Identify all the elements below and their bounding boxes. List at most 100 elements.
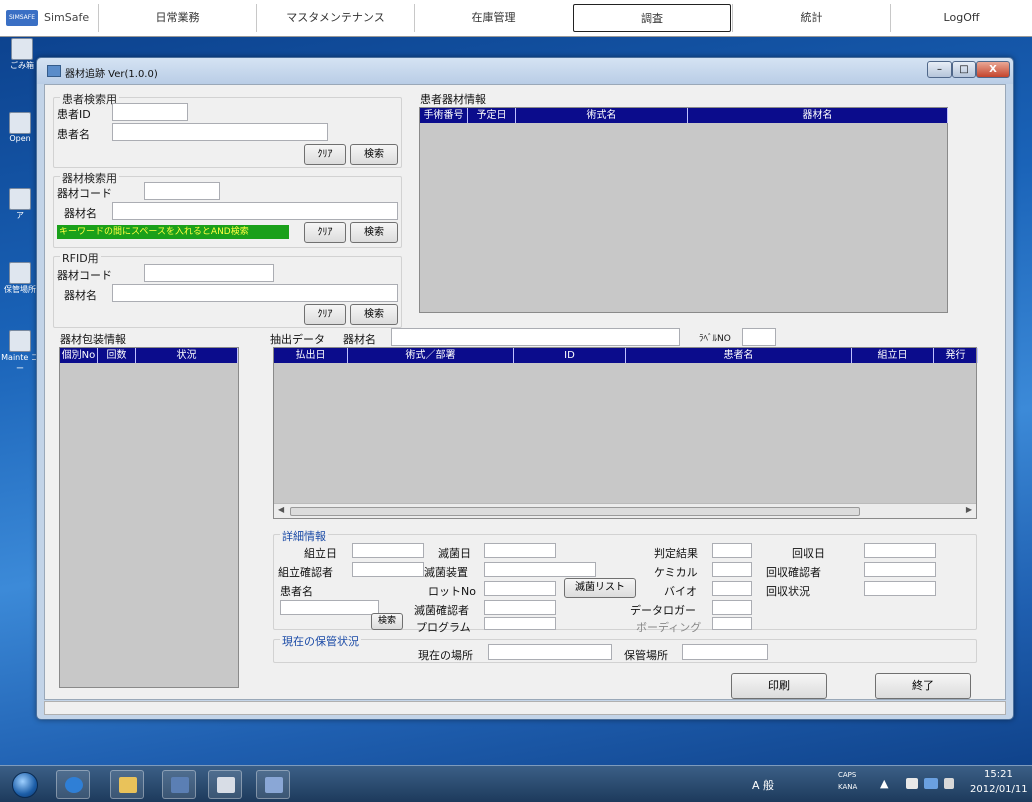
chemical-field[interactable] <box>712 562 752 577</box>
menu-logoff[interactable]: LogOff <box>890 4 1032 32</box>
judgement-field[interactable] <box>712 543 752 558</box>
recycle-bin-icon <box>11 38 33 60</box>
col-assembly-date[interactable]: 組立日 <box>852 348 934 363</box>
clock-date[interactable]: 2012/01/11 <box>970 784 1028 795</box>
collect-date-field[interactable] <box>864 543 936 558</box>
patient-clear-button[interactable]: ｸﾘｱ <box>304 144 346 165</box>
col-status[interactable]: 状況 <box>136 348 238 363</box>
scroll-right-icon[interactable]: ▶ <box>966 505 972 514</box>
equipment-tracking-window: 器材追跡 Ver(1.0.0) – □ X 患者検索用 患者ID 患者名 ｸﾘｱ… <box>36 57 1014 720</box>
col-surgery-no[interactable]: 手術番号 <box>420 108 468 123</box>
patient-search-button[interactable]: 検索 <box>350 144 398 165</box>
minimize-button[interactable]: – <box>927 61 952 78</box>
extract-name-input[interactable] <box>391 328 680 346</box>
sterilizer-field[interactable] <box>484 562 596 577</box>
desktop-icon-open[interactable]: Open <box>0 112 40 143</box>
col-individual-no[interactable]: 個別No <box>60 348 98 363</box>
col-id[interactable]: ID <box>514 348 626 363</box>
col-procedure-name[interactable]: 術式名 <box>516 108 688 123</box>
clock-time[interactable]: 15:21 <box>984 769 1013 780</box>
desktop-icon-storage[interactable]: 保管場所 <box>0 262 40 295</box>
start-button-icon[interactable] <box>12 772 38 798</box>
patient-id-input[interactable] <box>112 103 188 121</box>
sterilize-date-label: 滅菌日 <box>438 547 471 560</box>
menu-master-maintenance[interactable]: マスタメンテナンス <box>256 4 414 32</box>
rfid-code-input[interactable] <box>144 264 274 282</box>
boarding-field[interactable] <box>712 617 752 630</box>
close-button[interactable]: X <box>976 61 1010 78</box>
rfid-clear-button[interactable]: ｸﾘｱ <box>304 304 346 325</box>
window-status-bar <box>44 701 1006 715</box>
simsafe-logo-icon: SIMSAFE <box>6 10 38 26</box>
chemical-label: ケミカル <box>654 566 698 579</box>
network-icon[interactable] <box>924 778 938 789</box>
equipment-name-input[interactable] <box>112 202 398 220</box>
sterile-checker-field[interactable] <box>484 600 556 615</box>
collect-status-field[interactable] <box>864 581 936 596</box>
col-equipment-name[interactable]: 器材名 <box>688 108 948 123</box>
taskbar-explorer[interactable] <box>110 770 144 799</box>
lot-no-field[interactable] <box>484 581 556 596</box>
storage-place-field[interactable] <box>682 644 768 660</box>
ime-indicator[interactable]: A 般 <box>752 777 774 793</box>
assembly-date-field[interactable] <box>352 543 424 558</box>
assembly-date-label: 組立日 <box>304 547 337 560</box>
sterile-list-button[interactable]: 滅菌リスト <box>564 578 636 598</box>
rfid-name-input[interactable] <box>112 284 398 302</box>
maximize-button[interactable]: □ <box>952 61 976 78</box>
document-icon <box>9 112 31 134</box>
bio-field[interactable] <box>712 581 752 596</box>
scroll-left-icon[interactable]: ◀ <box>278 505 284 514</box>
equipment-clear-button[interactable]: ｸﾘｱ <box>304 222 346 243</box>
equipment-code-input[interactable] <box>144 182 220 200</box>
window-titlebar[interactable]: 器材追跡 Ver(1.0.0) – □ X <box>37 58 1013 84</box>
col-scheduled-date[interactable]: 予定日 <box>468 108 516 123</box>
patient-search-title: 患者検索用 <box>60 91 119 107</box>
taskbar-ie[interactable] <box>56 770 90 799</box>
patient-name-input[interactable] <box>112 123 328 141</box>
patient-equipment-grid[interactable]: 手術番号 予定日 術式名 器材名 <box>419 107 948 313</box>
equipment-search-button[interactable]: 検索 <box>350 222 398 243</box>
col-dispatch-date[interactable]: 払出日 <box>274 348 348 363</box>
menu-daily-work[interactable]: 日常業務 <box>98 4 256 32</box>
package-info-header: 個別No 回数 状況 <box>60 348 238 363</box>
scroll-thumb[interactable] <box>290 507 860 516</box>
col-issue[interactable]: 発行 <box>934 348 978 363</box>
col-procedure-dept[interactable]: 術式／部署 <box>348 348 514 363</box>
program-field[interactable] <box>484 617 556 630</box>
taskbar-app-1[interactable] <box>162 770 196 799</box>
taskbar-simsafe[interactable] <box>256 770 290 799</box>
detail-info-group: 詳細情報 組立日 組立確認者 患者名 検索 滅菌日 滅菌装置 ロットNo 滅菌確… <box>273 528 977 634</box>
detail-search-button[interactable]: 検索 <box>371 613 403 630</box>
desktop-icon-a[interactable]: ア <box>0 188 40 221</box>
menu-inventory[interactable]: 在庫管理 <box>414 4 572 32</box>
col-count[interactable]: 回数 <box>98 348 136 363</box>
exit-button[interactable]: 終了 <box>875 673 971 699</box>
action-center-flag-icon[interactable] <box>906 778 918 789</box>
folder-icon <box>119 777 137 793</box>
datalogger-field[interactable] <box>712 600 752 615</box>
volume-icon[interactable] <box>944 778 954 789</box>
assembly-checker-field[interactable] <box>352 562 424 577</box>
extract-data-grid[interactable]: 払出日 術式／部署 ID 患者名 組立日 発行 ◀ ▶ <box>273 347 978 519</box>
tray-arrow-icon[interactable]: ▲ <box>880 777 888 790</box>
detail-patient-name-field[interactable] <box>280 600 379 615</box>
desktop-icon-maintenance[interactable]: Mainte コー <box>0 330 40 374</box>
label-no-input[interactable] <box>742 328 776 346</box>
extract-horizontal-scrollbar[interactable]: ◀ ▶ <box>274 503 976 518</box>
rfid-search-button[interactable]: 検索 <box>350 304 398 325</box>
current-place-field[interactable] <box>488 644 612 660</box>
taskbar-app-2[interactable] <box>208 770 242 799</box>
col-patient-name[interactable]: 患者名 <box>626 348 852 363</box>
lot-no-label: ロットNo <box>428 585 476 598</box>
package-info-grid[interactable]: 個別No 回数 状況 <box>59 347 239 688</box>
collect-checker-field[interactable] <box>864 562 936 577</box>
menu-investigation[interactable]: 調査 <box>573 4 731 32</box>
sterilize-date-field[interactable] <box>484 543 556 558</box>
simsafe-icon <box>265 777 283 793</box>
print-button[interactable]: 印刷 <box>731 673 827 699</box>
menu-statistics[interactable]: 統計 <box>732 4 890 32</box>
storage-status-title: 現在の保管状況 <box>280 633 361 649</box>
window-app-icon <box>47 65 61 77</box>
extract-data-header: 払出日 術式／部署 ID 患者名 組立日 発行 <box>274 348 978 363</box>
